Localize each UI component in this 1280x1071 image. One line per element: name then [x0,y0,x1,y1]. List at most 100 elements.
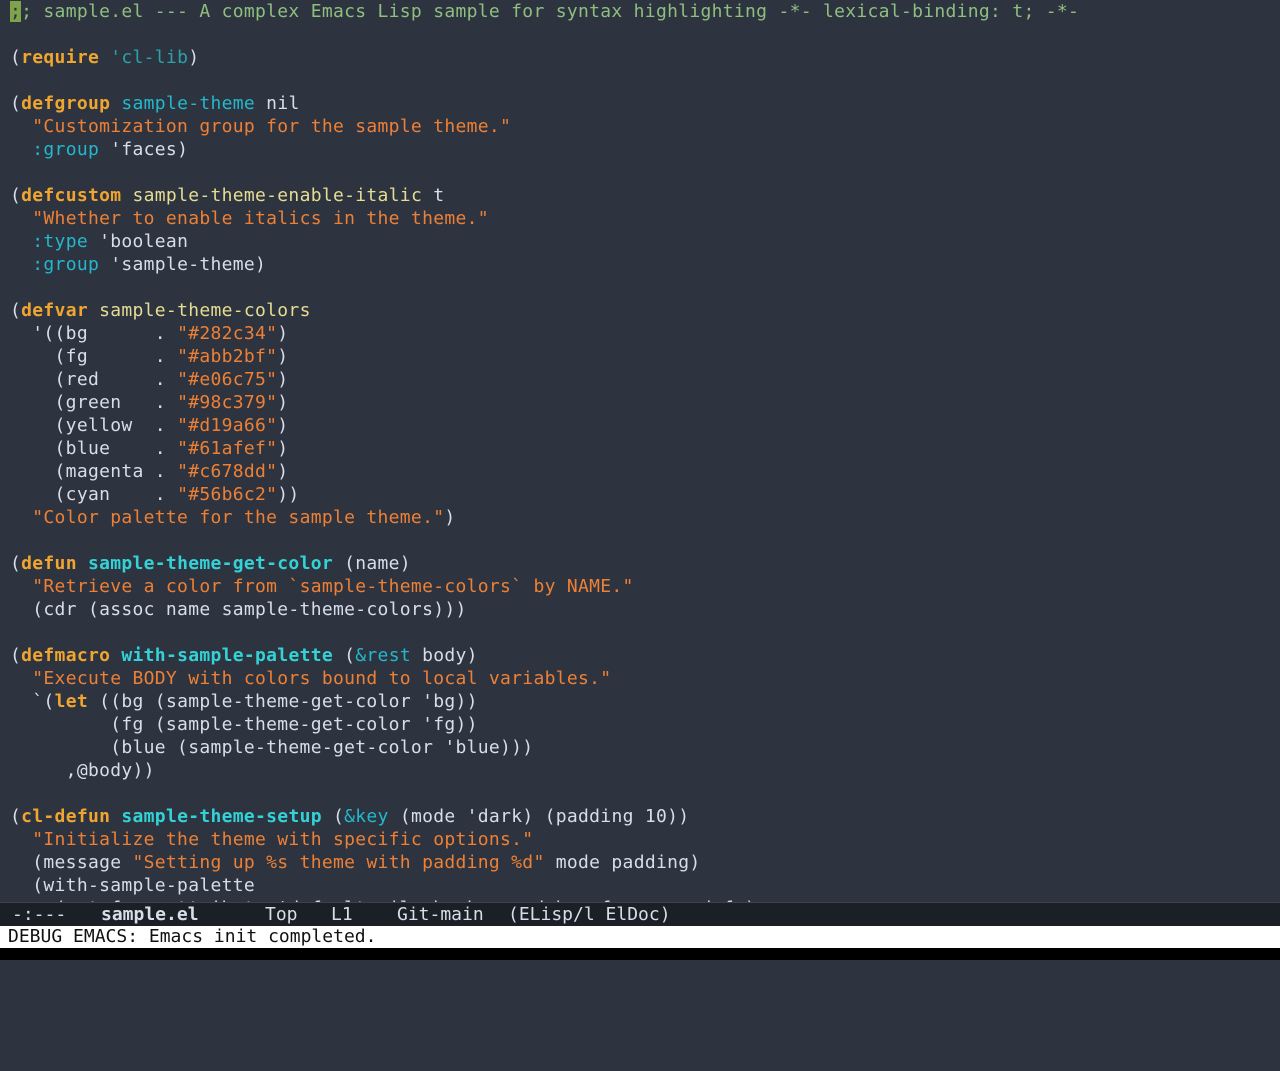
code-token: mode padding) [544,852,701,873]
code-line[interactable]: "Retrieve a color from `sample-theme-col… [10,575,634,598]
code-line[interactable]: "Customization group for the sample them… [10,115,511,138]
code-token: (blue (sample-theme-get-color 'blue))) [10,737,534,758]
code-token: ) [277,438,289,459]
code-token: "Initialize the theme with specific opti… [32,829,534,850]
modeline-major-modes[interactable]: (ELisp/l ElDoc) [508,903,671,927]
code-token: ((bg (sample-theme-get-color 'bg)) [87,691,478,712]
code-token: body) [410,645,478,666]
code-token: :type [32,231,88,252]
code-token: defmacro [21,645,111,666]
code-token: sample-theme-setup [121,806,322,827]
code-line[interactable]: (defmacro with-sample-palette (&rest bod… [10,644,478,667]
code-token: defun [21,553,77,574]
code-line[interactable]: `(let ((bg (sample-theme-get-color 'bg)) [10,690,478,713]
frame-bottom-edge [0,948,1280,960]
code-token: sample-theme-enable-italic [132,185,423,206]
code-token: ) [277,461,289,482]
modeline-vc-branch[interactable]: Git-main [397,903,484,927]
code-token: ( [10,645,22,666]
code-token: (cyan . [10,484,178,505]
code-token: (magenta . [10,461,178,482]
code-token: ( [10,553,22,574]
code-line[interactable]: (green . "#98c379") [10,391,289,414]
code-token: "#c678dd" [177,461,278,482]
code-token: (cdr (assoc name sample-theme-colors))) [10,599,467,620]
code-token: "Customization group for the sample them… [32,116,512,137]
code-token: sample-theme-colors [99,300,311,321]
code-line[interactable]: (fg (sample-theme-get-color 'fg)) [10,713,478,736]
minibuffer[interactable]: DEBUG EMACS: Emacs init completed. [0,926,1280,948]
code-token: with-sample-palette [121,645,333,666]
code-token: "#282c34" [177,323,278,344]
code-token: )) [277,484,300,505]
code-line[interactable]: (with-sample-palette [10,874,255,897]
code-token: defvar [21,300,88,321]
code-token: ( [10,300,22,321]
minibuffer-message: DEBUG EMACS: Emacs init completed. [8,926,377,947]
code-token: defgroup [21,93,111,114]
code-line[interactable]: (cl-defun sample-theme-setup (&key (mode… [10,805,689,828]
code-line[interactable]: ,@body)) [10,759,155,782]
code-token: ( [333,645,356,666]
code-token: "Setting up %s theme with padding %d" [132,852,545,873]
code-line[interactable]: (cdr (assoc name sample-theme-colors))) [10,598,467,621]
code-token: "Color palette for the sample theme." [32,507,445,528]
code-line[interactable]: (defun sample-theme-get-color (name) [10,552,411,575]
code-line[interactable]: (magenta . "#c678dd") [10,460,289,483]
code-token: 'sample-theme) [99,254,267,275]
code-token: ) [277,369,289,390]
code-line[interactable]: :type 'boolean [10,230,188,253]
code-token: "Whether to enable italics in the theme.… [32,208,489,229]
code-line[interactable]: "Whether to enable italics in the theme.… [10,207,489,230]
code-token: cl-defun [21,806,111,827]
code-line[interactable]: (defcustom sample-theme-enable-italic t [10,184,444,207]
modeline-line: L1 [331,904,353,925]
code-line[interactable]: (blue . "#61afef") [10,437,289,460]
code-token: ( [10,806,22,827]
code-token: '((bg . [10,323,178,344]
code-token: ) [188,47,200,68]
code-line[interactable]: (defvar sample-theme-colors [10,299,311,322]
code-line[interactable]: (blue (sample-theme-get-color 'blue))) [10,736,533,759]
code-line[interactable]: :group 'faces) [10,138,188,161]
code-token: :group [32,139,100,160]
code-token: ,@body)) [10,760,155,781]
code-token: 'faces) [99,139,189,160]
code-line[interactable]: (red . "#e06c75") [10,368,289,391]
code-line[interactable]: (require 'cl-lib) [10,46,199,69]
code-line[interactable]: :group 'sample-theme) [10,253,266,276]
modeline-buffer-name[interactable]: sample.el [101,903,199,927]
code-token: `( [10,691,55,712]
code-token: "#56b6c2" [177,484,278,505]
code-line[interactable]: (fg . "#abb2bf") [10,345,289,368]
code-token: ( [10,185,22,206]
code-token: (mode 'dark) (padding 10)) [388,806,690,827]
code-line[interactable]: '((bg . "#282c34") [10,322,288,345]
code-line[interactable]: "Initialize the theme with specific opti… [10,828,533,851]
code-line[interactable]: (defgroup sample-theme nil [10,92,300,115]
code-token: sample-theme-get-color [87,553,333,574]
code-token: (yellow . [10,415,178,436]
code-line[interactable]: ;; sample.el --- A complex Emacs Lisp sa… [10,0,1079,23]
code-token: "#61afef" [177,438,278,459]
code-line[interactable]: (yellow . "#d19a66") [10,414,289,437]
code-token: ) [277,323,289,344]
code-line[interactable]: (cyan . "#56b6c2")) [10,483,300,506]
code-token: ( [10,93,22,114]
code-line[interactable]: "Color palette for the sample theme.") [10,506,456,529]
code-line[interactable]: "Execute BODY with colors bound to local… [10,667,611,690]
code-token: &key [344,806,389,827]
code-token: ( [10,47,22,68]
code-token: 'boolean [87,231,189,252]
editor-buffer[interactable]: ;; sample.el --- A complex Emacs Lisp sa… [0,0,1280,902]
code-token: 'cl-lib [110,47,189,68]
code-line[interactable]: (message "Setting up %s theme with paddi… [10,851,701,874]
